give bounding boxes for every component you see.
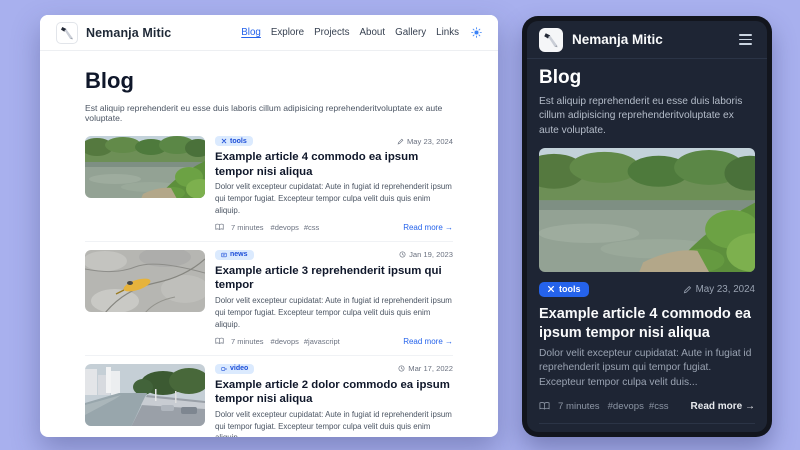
- river-photo: [539, 148, 755, 272]
- article-title[interactable]: Example article 3 reprehenderit ipsum qu…: [215, 264, 453, 293]
- read-time: 7 minutes: [558, 401, 600, 412]
- mobile-site-logo[interactable]: [539, 28, 563, 52]
- mobile-badge-row: tools May 23, 2024: [539, 282, 755, 297]
- mobile-article-excerpt: Dolor velit excepteur cupidatat: Aute in…: [539, 347, 755, 391]
- page-description: Est aliquip reprehenderit eu esse duis l…: [85, 103, 453, 123]
- pen-comet-logo-icon: [542, 31, 560, 49]
- article-excerpt: Dolor velit excepteur cupidatat: Aute in…: [215, 295, 453, 331]
- mobile-article-meta: 7 minutes #devops #css: [539, 401, 669, 412]
- clock-icon: [398, 365, 405, 372]
- read-more-link[interactable]: Read more →: [403, 223, 453, 232]
- article-body: tools May 23, 2024 Example article 4 com…: [215, 136, 453, 232]
- page-title: Blog: [85, 68, 453, 94]
- site-header: Nemanja Mitic Blog Explore Projects Abou…: [40, 15, 498, 51]
- article-date: May 23, 2024: [397, 137, 453, 146]
- tools-icon: [547, 285, 555, 293]
- tag-list: #devops #javascript: [271, 337, 340, 346]
- pencil-icon: [683, 285, 692, 294]
- mobile-page-title: Blog: [539, 67, 755, 89]
- mobile-article-date: May 23, 2024: [683, 284, 755, 295]
- mobile-read-more-link[interactable]: Read more →: [691, 401, 755, 412]
- read-time: 7 minutes: [231, 223, 264, 232]
- tag[interactable]: #devops: [608, 401, 644, 412]
- pen-comet-logo-icon: [59, 25, 75, 41]
- category-badge-tools[interactable]: tools: [539, 282, 589, 297]
- article-card[interactable]: news Jan 19, 2023 Example article 3 repr…: [85, 242, 453, 356]
- tag[interactable]: #devops: [271, 223, 299, 232]
- category-badge-news[interactable]: news: [215, 250, 254, 260]
- article-excerpt: Dolor velit excepteur cupidatat: Aute in…: [215, 409, 453, 437]
- article-title[interactable]: Example article 2 dolor commodo ea ipsum…: [215, 378, 453, 407]
- sun-icon: [471, 27, 482, 38]
- nav-blog[interactable]: Blog: [241, 27, 261, 38]
- read-more-link[interactable]: Read more →: [403, 337, 453, 346]
- nav-about[interactable]: About: [359, 27, 385, 38]
- mobile-screen: Nemanja Mitic Blog Est aliquip reprehend…: [527, 21, 767, 432]
- mobile-meta-row: 7 minutes #devops #css Read more →: [539, 401, 755, 412]
- nav-projects[interactable]: Projects: [314, 27, 349, 38]
- video-icon: [221, 366, 227, 372]
- site-name: Nemanja Mitic: [86, 26, 171, 40]
- mobile-article-image-river[interactable]: [539, 148, 755, 272]
- tag[interactable]: #css: [304, 223, 319, 232]
- tools-icon: [221, 138, 227, 144]
- rock-leaf-photo: [85, 250, 205, 312]
- theme-toggle-button[interactable]: [471, 27, 482, 38]
- article-thumbnail-canal[interactable]: [85, 364, 205, 426]
- nav-links[interactable]: Links: [436, 27, 459, 38]
- mobile-blog-content: Blog Est aliquip reprehenderit eu esse d…: [527, 59, 767, 432]
- book-icon: [539, 401, 550, 411]
- article-date: Mar 17, 2022: [398, 364, 453, 373]
- article-date: Jan 19, 2023: [399, 250, 453, 259]
- read-time: 7 minutes: [231, 337, 264, 346]
- divider: [539, 423, 755, 424]
- site-logo[interactable]: [56, 22, 78, 44]
- news-icon: [221, 252, 227, 258]
- main-nav: Blog Explore Projects About Gallery Link…: [241, 27, 482, 38]
- clock-icon: [399, 251, 406, 258]
- mobile-article-title[interactable]: Example article 4 commodo ea ipsum tempo…: [539, 305, 755, 343]
- mobile-phone-frame: Nemanja Mitic Blog Est aliquip reprehend…: [522, 16, 772, 437]
- tag-list: #devops #css: [608, 401, 669, 412]
- article-card[interactable]: tools May 23, 2024 Example article 4 com…: [85, 128, 453, 242]
- river-photo: [85, 136, 205, 198]
- nav-gallery[interactable]: Gallery: [395, 27, 426, 38]
- article-title[interactable]: Example article 4 commodo ea ipsum tempo…: [215, 150, 453, 179]
- pencil-icon: [397, 138, 404, 145]
- desktop-browser-window: Nemanja Mitic Blog Explore Projects Abou…: [40, 15, 498, 437]
- article-card[interactable]: video Mar 17, 2022 Example article 2 dol…: [85, 356, 453, 437]
- tag-list: #devops #css: [271, 223, 320, 232]
- article-meta: 7 minutes #devops #javascript: [215, 337, 340, 346]
- book-icon: [215, 223, 224, 231]
- article-excerpt: Dolor velit excepteur cupidatat: Aute in…: [215, 181, 453, 217]
- book-icon: [215, 337, 224, 345]
- hamburger-menu-icon[interactable]: [736, 31, 755, 47]
- article-thumbnail-rock[interactable]: [85, 250, 205, 312]
- mobile-site-name: Nemanja Mitic: [572, 32, 663, 47]
- category-badge-video[interactable]: video: [215, 364, 254, 374]
- category-badge-tools[interactable]: tools: [215, 136, 253, 146]
- article-body: news Jan 19, 2023 Example article 3 repr…: [215, 250, 453, 346]
- blog-page-content: Blog Est aliquip reprehenderit eu esse d…: [40, 51, 498, 437]
- tag[interactable]: #css: [649, 401, 669, 412]
- article-body: video Mar 17, 2022 Example article 2 dol…: [215, 364, 453, 437]
- tag[interactable]: #javascript: [304, 337, 340, 346]
- mobile-page-description: Est aliquip reprehenderit eu esse duis l…: [539, 95, 755, 138]
- nav-explore[interactable]: Explore: [271, 27, 304, 38]
- tag[interactable]: #devops: [271, 337, 299, 346]
- canal-street-photo: [85, 364, 205, 426]
- article-meta: 7 minutes #devops #css: [215, 223, 319, 232]
- article-thumbnail-river[interactable]: [85, 136, 205, 198]
- mobile-site-header: Nemanja Mitic: [527, 21, 767, 59]
